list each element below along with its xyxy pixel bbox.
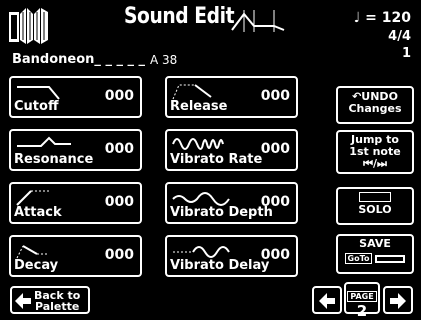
vibrato-rate-icon: [172, 138, 224, 150]
page-label: PAGE: [347, 291, 377, 302]
measure-number: 1: [401, 46, 411, 61]
param-vibrato-depth[interactable]: Vibrato Depth 000: [165, 182, 298, 224]
param-cutoff[interactable]: Cutoff 000: [9, 76, 142, 118]
vibrato-depth-icon: [172, 192, 230, 206]
jump-note-icon: ⏮/⏭: [363, 157, 387, 170]
preset-name: Bandoneon_ _ _ _ _: [12, 52, 146, 67]
undo-changes-button[interactable]: ↶UNDO Changes: [336, 86, 414, 124]
param-label: Decay: [14, 258, 59, 273]
envelope-icon: [231, 10, 285, 32]
page-indicator: PAGE 2: [344, 282, 380, 319]
arrow-right-icon: [390, 293, 406, 309]
param-value: 000: [260, 88, 290, 104]
param-attack[interactable]: Attack 000: [9, 182, 142, 224]
param-value: 000: [104, 194, 134, 210]
solo-button[interactable]: SOLO: [336, 187, 414, 225]
save-button[interactable]: SAVE GoTo: [336, 234, 414, 274]
param-release[interactable]: Release 000: [165, 76, 298, 118]
param-value: 000: [104, 247, 134, 263]
disk-icon: [375, 254, 406, 263]
decay-shape-icon: [16, 245, 49, 259]
param-label: Vibrato Delay: [170, 258, 270, 273]
param-value: 000: [104, 88, 134, 104]
param-resonance[interactable]: Resonance 000: [9, 129, 142, 171]
attack-shape-icon: [16, 190, 49, 206]
param-label: Vibrato Rate: [170, 152, 263, 167]
arrow-left-icon: [319, 293, 335, 309]
resonance-shape-icon: [17, 136, 71, 147]
back-label-2: Palette: [34, 300, 80, 313]
param-label: Vibrato Depth: [170, 205, 273, 220]
param-value: 000: [260, 247, 290, 263]
param-decay[interactable]: Decay 000: [9, 235, 142, 277]
solo-label: SOLO: [358, 203, 392, 216]
param-value: 000: [260, 141, 290, 157]
release-shape-icon: [172, 84, 212, 100]
param-label: Resonance: [14, 152, 94, 167]
param-label: Cutoff: [14, 99, 59, 114]
preset-number: A 38: [150, 53, 178, 67]
arrow-left-icon: [15, 293, 31, 309]
param-vibrato-rate[interactable]: Vibrato Rate 000: [165, 129, 298, 171]
param-vibrato-delay[interactable]: Vibrato Delay 000: [165, 235, 298, 277]
back-to-palette-button[interactable]: Back to Palette: [10, 286, 90, 314]
page-next-button[interactable]: [383, 286, 413, 314]
vibrato-delay-icon: [173, 246, 230, 258]
param-value: 000: [104, 141, 134, 157]
param-label: Attack: [14, 205, 62, 220]
save-label: SAVE: [359, 237, 391, 250]
goto-label: GoTo: [344, 253, 373, 264]
jump-to-first-note-button[interactable]: Jump to 1st note ⏮/⏭: [336, 130, 414, 174]
page-title: Sound Edit: [124, 4, 235, 29]
param-label: Release: [170, 99, 228, 114]
tempo-display: ♩ = 120: [353, 10, 411, 26]
param-value: 000: [260, 194, 290, 210]
accordion-icon: [9, 8, 48, 44]
page-prev-button[interactable]: [312, 286, 342, 314]
filter-shape-icon: [17, 86, 60, 100]
page-number: 2: [356, 302, 368, 320]
undo-sub-label: Changes: [348, 102, 402, 115]
time-signature: 4/4: [388, 29, 411, 44]
solo-indicator-icon: [359, 192, 391, 202]
